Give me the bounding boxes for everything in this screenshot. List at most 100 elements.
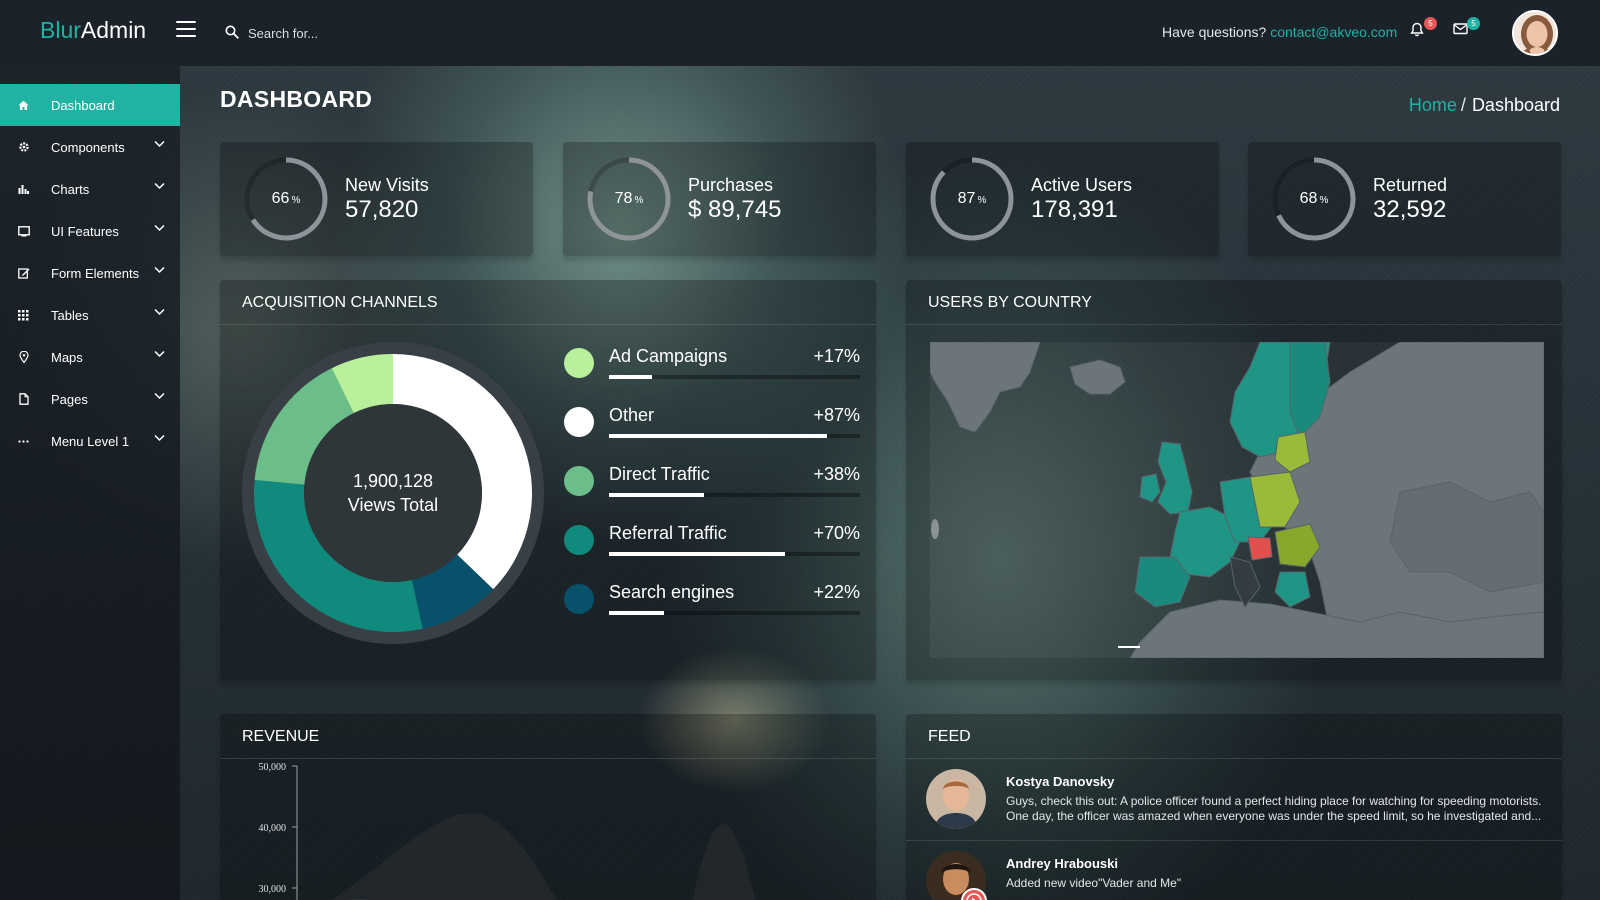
grid-icon — [17, 309, 30, 322]
page-title: DASHBOARD — [220, 86, 373, 112]
app-logo[interactable]: BlurAdmin — [40, 17, 146, 44]
sidebar-item-label: Menu Level 1 — [51, 433, 130, 449]
chevron-down-icon — [154, 392, 165, 400]
channel-list: Ad Campaigns +17% Other +87% Direct Traf… — [564, 346, 860, 641]
bar-chart-icon — [17, 183, 30, 196]
europe-map[interactable] — [930, 342, 1544, 658]
sidebar-item-dashboard[interactable]: Dashboard — [0, 84, 180, 126]
sidebar-item-menu-level-1[interactable]: Menu Level 1 — [0, 420, 180, 462]
user-avatar[interactable] — [1512, 10, 1558, 56]
total-views-value: 1,900,128 — [352, 471, 434, 491]
stat-card-active-users: 87% Active Users 178,391 — [906, 142, 1219, 256]
channel-progress-track — [609, 552, 860, 556]
messages-button[interactable]: 5 — [1453, 17, 1480, 42]
sidebar-item-charts[interactable]: Charts — [0, 168, 180, 210]
feed-message: Added new video"Vader and Me" — [1006, 876, 1182, 890]
chevron-down-icon — [154, 350, 165, 358]
person-photo-icon — [926, 769, 986, 829]
channel-progress-track — [609, 375, 860, 379]
panel-title: USERS BY COUNTRY — [906, 280, 1562, 325]
stat-value: 57,820 — [345, 196, 419, 223]
feed-item[interactable]: Andrey Hrabouski Added new video"Vader a… — [906, 841, 1562, 900]
messages-count-badge: 5 — [1467, 17, 1480, 30]
sidebar-item-label: Charts — [51, 181, 90, 197]
stat-card-purchases: 78% Purchases $ 89,745 — [563, 142, 876, 256]
stat-label: New Visits — [345, 175, 429, 195]
map-pin-icon — [17, 351, 30, 364]
sidebar-item-components[interactable]: Components — [0, 126, 180, 168]
menu-toggle-icon[interactable] — [176, 21, 196, 37]
channel-progress-track — [609, 611, 860, 615]
search-icon — [225, 25, 239, 39]
channel-name: Ad Campaigns — [609, 346, 728, 366]
home-icon — [17, 99, 30, 112]
video-play-icon[interactable] — [961, 888, 987, 900]
chevron-down-icon — [154, 434, 165, 442]
stat-label: Active Users — [1031, 175, 1133, 195]
envelope-icon — [1453, 23, 1468, 35]
stat-value: 32,592 — [1373, 196, 1447, 223]
channel-item: Other +87% — [564, 405, 860, 464]
breadcrumb-current: Dashboard — [1471, 95, 1560, 115]
feed-author-name[interactable]: Kostya Danovsky — [1006, 774, 1114, 789]
sidebar-item-label: Tables — [51, 307, 89, 323]
channel-color-dot — [564, 466, 594, 496]
feed-author-avatar[interactable] — [926, 769, 986, 829]
stat-value: $ 89,745 — [688, 196, 782, 223]
notifications-button[interactable]: 5 — [1410, 17, 1437, 42]
chevron-down-icon — [154, 308, 165, 316]
y-tick-label: 50,000 — [259, 762, 287, 773]
notifications-count-badge: 5 — [1424, 17, 1437, 30]
bell-icon — [1410, 22, 1424, 37]
panel-title: ACQUISITION CHANNELS — [220, 280, 876, 325]
search-input[interactable] — [248, 21, 508, 45]
channel-progress-fill — [609, 493, 705, 497]
feed-item[interactable]: Kostya Danovsky Guys, check this out: A … — [906, 759, 1562, 841]
channel-item: Ad Campaigns +17% — [564, 346, 860, 405]
monitor-icon — [17, 225, 30, 238]
contact-email-link[interactable]: contact@akveo.com — [1270, 24, 1397, 40]
sidebar: Dashboard Components Charts UI Features … — [0, 66, 180, 900]
channel-item: Referral Traffic +70% — [564, 523, 860, 582]
sidebar-item-form-elements[interactable]: Form Elements — [0, 252, 180, 294]
user-photo-icon — [1514, 12, 1556, 54]
channel-color-dot — [564, 584, 594, 614]
chevron-down-icon — [154, 266, 165, 274]
channel-color-dot — [564, 525, 594, 555]
channel-color-dot — [564, 348, 594, 378]
top-bar: BlurAdmin Have questions? contact@akveo.… — [0, 0, 1600, 66]
revenue-area-series — [332, 812, 557, 900]
views-donut-chart: 1,900,128 Views Total — [242, 342, 544, 644]
revenue-chart: 50,000 40,000 30,000 — [259, 762, 756, 900]
stat-value: 178,391 — [1031, 196, 1118, 223]
sidebar-item-tables[interactable]: Tables — [0, 294, 180, 336]
feed-panel: FEED Kostya Danovsky Guys, check this ou… — [906, 714, 1562, 900]
channel-item: Direct Traffic +38% — [564, 464, 860, 523]
sidebar-item-maps[interactable]: Maps — [0, 336, 180, 378]
acquisition-channels-panel: ACQUISITION CHANNELS 1,900,128 Views Tot… — [220, 280, 876, 680]
stat-card-returned: 68% Returned 32,592 — [1248, 142, 1561, 256]
total-views-label: Views Total — [347, 495, 439, 515]
sidebar-item-label: Form Elements — [51, 265, 140, 281]
chevron-down-icon — [154, 182, 165, 190]
channel-name: Referral Traffic — [609, 523, 727, 543]
feed-author-name[interactable]: Andrey Hrabouski — [1006, 856, 1118, 871]
sidebar-item-ui-features[interactable]: UI Features — [0, 210, 180, 252]
stat-label: Purchases — [688, 175, 774, 195]
revenue-panel: REVENUE 50,000 40,000 30,000 — [220, 714, 876, 900]
chevron-down-icon — [154, 224, 165, 232]
breadcrumb-home-link[interactable]: Home — [1409, 95, 1457, 115]
channel-name: Direct Traffic — [609, 464, 710, 484]
channel-color-dot — [564, 407, 594, 437]
sidebar-item-label: Maps — [51, 349, 83, 365]
stat-percent: 68% — [1299, 190, 1329, 207]
channel-percent: +70% — [813, 523, 860, 543]
breadcrumb-separator: / — [1460, 95, 1466, 115]
stat-percent: 87% — [957, 190, 987, 207]
map-region-azores — [931, 519, 939, 539]
stat-label: Returned — [1373, 175, 1448, 195]
channel-progress-track — [609, 493, 860, 497]
panel-title: FEED — [906, 714, 1562, 759]
stat-card-new-visits: 66% New Visits 57,820 — [220, 142, 533, 256]
sidebar-item-pages[interactable]: Pages — [0, 378, 180, 420]
